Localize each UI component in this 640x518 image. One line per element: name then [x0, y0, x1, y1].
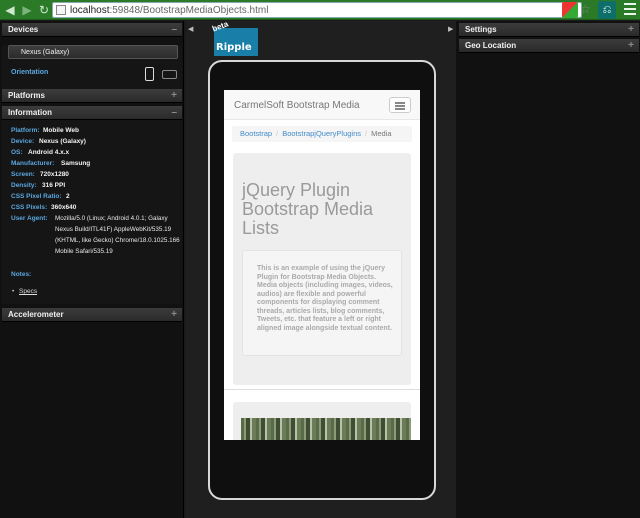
breadcrumb: Bootstrap / BootstrapjQueryPlugins / Media — [232, 126, 412, 142]
information-header[interactable]: Information – — [2, 106, 182, 120]
info-row: Device: Nexus (Galaxy) — [11, 138, 86, 145]
platforms-header-label: Platforms — [8, 91, 45, 100]
expand-icon[interactable]: + — [628, 23, 634, 37]
settings-header[interactable]: Settings + — [459, 23, 639, 37]
jumbotron-text: This is an example of using the jQuery P… — [257, 265, 393, 332]
media-panel — [233, 402, 411, 440]
user-agent-row: User Agent: Mozilla/5.0 (Linux; Android … — [11, 215, 180, 255]
devices-header-label: Devices — [8, 25, 39, 34]
landscape-orientation-icon[interactable] — [162, 70, 177, 79]
geo-location-header[interactable]: Geo Location + — [459, 39, 639, 53]
left-panel: Devices – Nexus (Galaxy) Orientation Pla… — [0, 21, 184, 518]
right-panel: Settings + Geo Location + — [456, 21, 640, 518]
accelerometer-pane: Accelerometer + — [2, 308, 182, 322]
reload-icon[interactable]: ↻ — [37, 3, 51, 17]
geo-location-pane: Geo Location + — [459, 39, 639, 53]
back-arrow-icon[interactable]: ◀ — [3, 3, 17, 17]
specs-link[interactable]: Specs — [12, 286, 37, 297]
forest-image — [241, 418, 411, 440]
jumbotron-well: This is an example of using the jQuery P… — [242, 250, 402, 356]
devices-pane: Devices – Nexus (Galaxy) Orientation — [2, 23, 182, 97]
device-screen: CarmelSoft Bootstrap Media Bootstrap / Boo… — [224, 90, 420, 440]
browser-toolbar: ◀ ▶ ↻ localhost :59848/BootstrapMediaObj… — [0, 0, 640, 20]
info-row: Manufacturer: Samsung — [11, 160, 91, 167]
url-path: :59848/BootstrapMediaObjects.html — [109, 4, 269, 16]
ripple-logo: beta Ripple — [211, 19, 258, 56]
platforms-header[interactable]: Platforms + — [2, 89, 182, 103]
breadcrumb-link[interactable]: BootstrapjQueryPlugins — [282, 129, 361, 138]
breadcrumb-link[interactable]: Bootstrap — [240, 129, 272, 138]
accelerometer-header-label: Accelerometer — [8, 310, 64, 319]
ripple-extension-icon[interactable]: ⎌ — [598, 1, 616, 19]
platforms-pane: Platforms + — [2, 89, 182, 103]
info-row: OS: Android 4.x.x — [11, 149, 70, 156]
info-row: CSS Pixel Ratio: 2 — [11, 193, 70, 200]
extension-icon[interactable] — [562, 2, 578, 18]
info-row: Density: 316 PPI — [11, 182, 66, 189]
breadcrumb-active: Media — [371, 129, 392, 138]
bookmark-star-icon[interactable]: ☆ — [580, 3, 592, 15]
page-icon — [56, 5, 66, 15]
info-row: CSS Pixels: 360x640 — [11, 204, 77, 211]
address-bar[interactable]: localhost :59848/BootstrapMediaObjects.h… — [52, 2, 582, 18]
expand-icon[interactable]: + — [171, 89, 177, 103]
info-row: Platform: Mobile Web — [11, 127, 79, 134]
settings-pane: Settings + — [459, 23, 639, 37]
notes-label: Notes: — [11, 271, 32, 278]
geo-location-header-label: Geo Location — [465, 41, 517, 50]
expand-icon[interactable]: + — [628, 39, 634, 53]
devices-header[interactable]: Devices – — [2, 23, 182, 37]
information-pane: Information – Platform: Mobile Web Device… — [2, 106, 182, 304]
accelerometer-header[interactable]: Accelerometer + — [2, 308, 182, 322]
portrait-orientation-icon[interactable] — [145, 67, 154, 81]
menu-icon[interactable] — [624, 3, 636, 15]
collapse-icon[interactable]: – — [171, 23, 177, 37]
forward-arrow-icon[interactable]: ▶ — [20, 3, 34, 17]
device-select[interactable]: Nexus (Galaxy) — [8, 45, 178, 59]
collapse-icon[interactable]: – — [171, 106, 177, 120]
navbar-brand[interactable]: CarmelSoft Bootstrap Media — [234, 100, 360, 111]
url-host: localhost — [70, 4, 110, 16]
jumbotron-title: jQuery Plugin Bootstrap Media Lists — [242, 180, 374, 238]
information-header-label: Information — [8, 108, 52, 117]
navbar-toggle-button[interactable] — [389, 97, 411, 113]
notes-row: Notes: — [2, 269, 182, 280]
page-navbar: CarmelSoft Bootstrap Media — [224, 90, 420, 120]
collapse-right-arrow-icon[interactable]: ▶ — [448, 25, 453, 33]
expand-icon[interactable]: + — [171, 308, 177, 322]
orientation-label: Orientation — [11, 69, 49, 76]
settings-header-label: Settings — [465, 25, 497, 34]
info-row: Screen: 720x1280 — [11, 171, 69, 178]
jumbotron: jQuery Plugin Bootstrap Media Lists This… — [233, 153, 411, 385]
user-agent-value: Mozilla/5.0 (Linux; Android 4.0.1; Galax… — [55, 215, 180, 255]
collapse-left-arrow-icon[interactable]: ◀ — [188, 25, 193, 33]
specs-row: Specs — [2, 286, 182, 297]
